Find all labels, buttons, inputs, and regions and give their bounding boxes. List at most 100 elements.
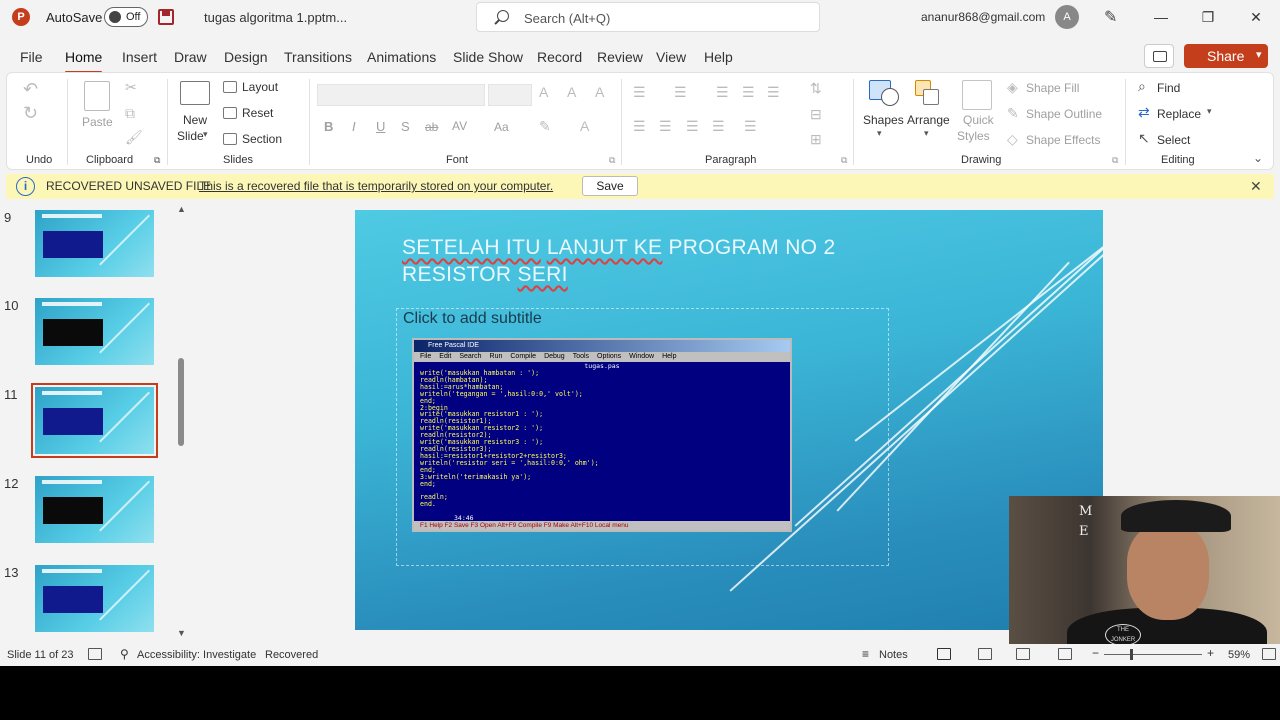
- decrease-indent-icon[interactable]: ☰: [716, 84, 729, 101]
- decrease-font-icon[interactable]: A: [567, 84, 576, 100]
- shape-effects-button[interactable]: Shape Effects: [1026, 133, 1101, 147]
- close-icon[interactable]: ✕: [1250, 178, 1262, 195]
- new-slide-icon[interactable]: [180, 81, 210, 105]
- zoom-level[interactable]: 59%: [1228, 649, 1250, 661]
- bold-button[interactable]: B: [324, 119, 333, 134]
- bullets-icon[interactable]: ☰: [633, 84, 646, 101]
- chevron-down-icon[interactable]: ▾: [924, 128, 929, 139]
- smartart-icon[interactable]: ⊞: [810, 131, 822, 148]
- comments-button[interactable]: [1144, 44, 1174, 68]
- dialog-launcher-icon[interactable]: ⧉: [841, 155, 847, 166]
- replace-button[interactable]: Replace: [1157, 107, 1201, 121]
- slideshow-view-icon[interactable]: [1058, 648, 1072, 660]
- save-icon[interactable]: [158, 9, 174, 25]
- zoom-slider-handle[interactable]: [1130, 649, 1133, 660]
- tab-design[interactable]: Design: [224, 49, 268, 65]
- scroll-up-icon[interactable]: ▲: [177, 204, 186, 214]
- dialog-launcher-icon[interactable]: ⧉: [1112, 155, 1118, 166]
- quick-styles-button[interactable]: Quick: [963, 113, 994, 127]
- chevron-down-icon[interactable]: ▾: [203, 129, 208, 140]
- notes-icon[interactable]: ≡: [862, 647, 869, 661]
- tab-home[interactable]: Home: [65, 49, 103, 74]
- text-direction-icon[interactable]: ⇅: [810, 80, 822, 97]
- autosave-toggle[interactable]: Off: [104, 7, 148, 27]
- replace-icon[interactable]: ⇄: [1138, 104, 1150, 121]
- change-case-button[interactable]: Aa: [494, 120, 509, 134]
- quick-styles-icon[interactable]: [962, 80, 992, 110]
- slide-thumbnail[interactable]: [35, 565, 154, 632]
- infobar-save-button[interactable]: Save: [582, 176, 638, 196]
- reset-button[interactable]: Reset: [242, 106, 273, 120]
- close-button[interactable]: ✕: [1241, 4, 1271, 30]
- new-slide-button[interactable]: New: [183, 113, 207, 127]
- shape-outline-icon[interactable]: ✎: [1007, 105, 1019, 122]
- select-icon[interactable]: ↖: [1138, 130, 1150, 147]
- chevron-down-icon[interactable]: ▾: [1256, 48, 1262, 61]
- shadow-button[interactable]: S: [401, 119, 410, 134]
- quick-styles-button-line2[interactable]: Styles: [957, 129, 990, 143]
- increase-indent-icon[interactable]: ☰: [742, 84, 755, 101]
- share-button[interactable]: Share ▾: [1184, 44, 1268, 68]
- document-title[interactable]: tugas algoritma 1.pptm...: [204, 10, 347, 25]
- normal-view-icon[interactable]: [937, 648, 951, 660]
- align-right-icon[interactable]: ☰: [686, 118, 699, 135]
- restore-button[interactable]: ❐: [1193, 4, 1223, 30]
- thumbnails-scrollbar[interactable]: [178, 358, 184, 446]
- tab-review[interactable]: Review: [597, 49, 643, 65]
- slide-thumbnail[interactable]: [31, 383, 158, 458]
- slide-canvas[interactable]: SETELAH ITU LANJUT KE PROGRAM NO 2 RESIS…: [355, 210, 1103, 630]
- paste-button[interactable]: Paste: [82, 115, 113, 129]
- align-center-icon[interactable]: ☰: [659, 118, 672, 135]
- account-email[interactable]: ananur868@gmail.com: [921, 10, 1045, 24]
- strikethrough-button[interactable]: ab: [425, 120, 438, 134]
- minimize-button[interactable]: —: [1146, 4, 1176, 30]
- chevron-down-icon[interactable]: ▾: [1207, 106, 1212, 117]
- new-slide-button-line2[interactable]: Slide: [177, 129, 204, 143]
- tab-slide-show[interactable]: Slide Show: [453, 49, 523, 65]
- tab-view[interactable]: View: [656, 49, 686, 65]
- undo-icon[interactable]: ↶: [23, 79, 38, 100]
- align-text-icon[interactable]: ⊟: [810, 106, 822, 123]
- shape-effects-icon[interactable]: ◇: [1007, 131, 1018, 148]
- select-button[interactable]: Select: [1157, 133, 1190, 147]
- line-spacing-icon[interactable]: ☰: [767, 84, 780, 101]
- tab-transitions[interactable]: Transitions: [284, 49, 352, 65]
- slide-thumbnail[interactable]: [35, 298, 154, 365]
- highlight-icon[interactable]: ✎: [539, 118, 551, 135]
- dialog-launcher-icon[interactable]: ⧉: [609, 155, 615, 166]
- notes-button[interactable]: Notes: [879, 649, 908, 661]
- tab-draw[interactable]: Draw: [174, 49, 207, 65]
- arrange-button[interactable]: Arrange: [907, 113, 950, 127]
- infobar-message-link[interactable]: This is a recovered file that is tempora…: [199, 179, 553, 193]
- find-button[interactable]: Find: [1157, 81, 1180, 95]
- tab-insert[interactable]: Insert: [122, 49, 157, 65]
- cut-icon[interactable]: ✂: [125, 79, 137, 96]
- tab-animations[interactable]: Animations: [367, 49, 436, 65]
- section-button[interactable]: Section: [242, 132, 282, 146]
- tab-record[interactable]: Record: [537, 49, 582, 65]
- clear-formatting-icon[interactable]: A: [595, 84, 604, 100]
- font-size-select[interactable]: [488, 84, 532, 106]
- dialog-launcher-icon[interactable]: ⧉: [154, 155, 160, 166]
- font-color-icon[interactable]: A: [580, 118, 589, 134]
- italic-button[interactable]: I: [352, 119, 356, 134]
- tab-help[interactable]: Help: [704, 49, 733, 65]
- collapse-ribbon-icon[interactable]: ⌄: [1253, 151, 1263, 165]
- increase-font-icon[interactable]: A: [539, 84, 548, 100]
- spelling-check-icon[interactable]: [88, 648, 102, 660]
- accessibility-status[interactable]: Accessibility: Investigate: [137, 649, 256, 661]
- zoom-slider[interactable]: [1104, 654, 1202, 655]
- avatar[interactable]: A: [1055, 5, 1079, 29]
- shape-fill-button[interactable]: Shape Fill: [1026, 81, 1079, 95]
- shapes-button[interactable]: Shapes: [863, 113, 904, 127]
- slide-sorter-icon[interactable]: [978, 648, 992, 660]
- find-icon[interactable]: ⌕: [1138, 78, 1146, 95]
- numbering-icon[interactable]: ☰: [674, 84, 687, 101]
- slide-title[interactable]: SETELAH ITU LANJUT KE PROGRAM NO 2 RESIS…: [402, 234, 835, 288]
- zoom-in-button[interactable]: +: [1207, 646, 1214, 660]
- font-family-select[interactable]: [317, 84, 485, 106]
- character-spacing-button[interactable]: AV: [452, 119, 467, 133]
- justify-icon[interactable]: ☰: [712, 118, 725, 135]
- slide-thumbnail[interactable]: [35, 210, 154, 277]
- search-input[interactable]: Search (Alt+Q): [476, 2, 820, 32]
